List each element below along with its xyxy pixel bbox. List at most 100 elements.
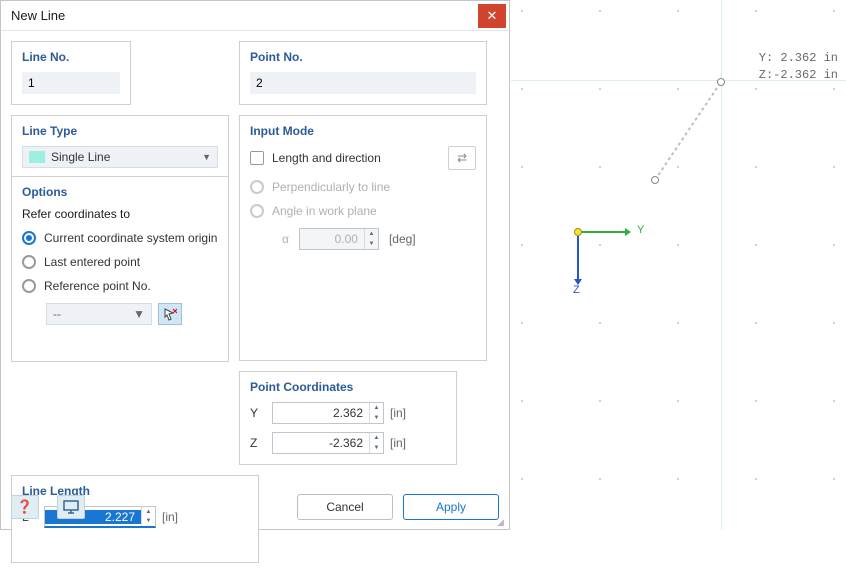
grid-dot xyxy=(833,166,835,168)
chevron-down-icon: ▼ xyxy=(202,152,211,162)
pick-point-button[interactable] xyxy=(158,303,182,325)
angle-plane-radio[interactable] xyxy=(250,204,264,218)
ref-point-value: -- xyxy=(53,307,61,321)
line-type-combo[interactable]: Single Line ▼ xyxy=(22,146,218,168)
line-no-input[interactable] xyxy=(22,72,120,94)
grid-dot xyxy=(755,478,757,480)
alpha-spinner[interactable]: 0.00 ▲▼ xyxy=(299,228,379,250)
z-stepper[interactable]: ▲▼ xyxy=(369,433,383,453)
grid-dot xyxy=(521,10,523,12)
grid-dot xyxy=(755,88,757,90)
chevron-down-icon: ▼ xyxy=(133,307,145,321)
readout-z: Z:-2.362 in xyxy=(759,67,838,84)
grid-dot xyxy=(599,88,601,90)
origin-radio[interactable] xyxy=(22,231,36,245)
y-label: Y xyxy=(250,406,266,420)
angle-plane-label: Angle in work plane xyxy=(272,204,377,218)
grid-dot xyxy=(677,166,679,168)
axis-z-arrow xyxy=(577,236,579,280)
dialog-footer: ❓ Cancel Apply xyxy=(1,485,509,529)
grid-dot xyxy=(833,400,835,402)
grid-dot xyxy=(755,322,757,324)
options-panel: Options Refer coordinates to Current coo… xyxy=(11,176,229,362)
grid-dot xyxy=(833,10,835,12)
line-swatch-icon xyxy=(29,151,45,163)
axis-y-label: Y xyxy=(637,224,644,236)
dialog: New Line ✕ Line No. Point No. Line Type … xyxy=(0,0,510,530)
grid-dot xyxy=(833,322,835,324)
z-spinner[interactable]: -2.362 ▲▼ xyxy=(272,432,384,454)
z-label: Z xyxy=(250,436,266,450)
dialog-title: New Line xyxy=(11,8,65,23)
origin-label: Current coordinate system origin xyxy=(44,231,217,245)
grid-dot xyxy=(599,400,601,402)
spacer-panel xyxy=(141,41,229,105)
monitor-icon xyxy=(63,500,79,514)
line-no-label: Line No. xyxy=(22,50,120,64)
grid-dot xyxy=(521,400,523,402)
grid-dot xyxy=(677,322,679,324)
length-dir-checkbox[interactable] xyxy=(250,151,264,165)
cancel-button[interactable]: Cancel xyxy=(297,494,393,520)
grid-dot xyxy=(599,10,601,12)
drawn-line xyxy=(651,78,757,184)
ref-point-radio[interactable] xyxy=(22,279,36,293)
axis-z-label: Z xyxy=(573,284,580,296)
z-value: -2.362 xyxy=(273,436,369,450)
grid-dot xyxy=(521,166,523,168)
z-unit: [in] xyxy=(390,436,406,450)
grid-dot xyxy=(521,478,523,480)
line-type-value: Single Line xyxy=(51,150,110,164)
refer-label: Refer coordinates to xyxy=(22,207,218,221)
grid-dot xyxy=(599,166,601,168)
grid-dot xyxy=(599,478,601,480)
titlebar: New Line ✕ xyxy=(1,1,509,31)
cursor-icon xyxy=(163,307,177,321)
close-button[interactable]: ✕ xyxy=(478,4,506,28)
y-stepper[interactable]: ▲▼ xyxy=(369,403,383,423)
help-icon: ❓ xyxy=(17,499,33,515)
apply-button[interactable]: Apply xyxy=(403,494,499,520)
perpendicular-radio[interactable] xyxy=(250,180,264,194)
ref-point-combo[interactable]: -- ▼ xyxy=(46,303,152,325)
alpha-label: α xyxy=(282,232,289,246)
resize-grip[interactable]: ◢ xyxy=(497,517,507,527)
last-point-radio[interactable] xyxy=(22,255,36,269)
line-type-label: Line Type xyxy=(22,124,218,138)
grid-dot xyxy=(833,88,835,90)
coords-panel: Point Coordinates Y 2.362 ▲▼ [in] Z -2.3… xyxy=(239,371,457,465)
grid-dot xyxy=(677,244,679,246)
grid-dot xyxy=(755,244,757,246)
line-end-point xyxy=(717,78,725,86)
alpha-stepper[interactable]: ▲▼ xyxy=(364,229,378,249)
display-button[interactable] xyxy=(57,495,85,519)
viewport[interactable]: Y Z Y: 2.362 in Z:-2.362 in xyxy=(511,0,846,530)
coords-label: Point Coordinates xyxy=(250,380,446,394)
input-mode-label: Input Mode xyxy=(250,124,476,138)
coordinate-readout: Y: 2.362 in Z:-2.362 in xyxy=(759,50,838,84)
grid-dot xyxy=(755,400,757,402)
y-spinner[interactable]: 2.362 ▲▼ xyxy=(272,402,384,424)
cancel-label: Cancel xyxy=(326,500,363,514)
y-value: 2.362 xyxy=(273,406,369,420)
point-no-input[interactable] xyxy=(250,72,476,94)
swap-direction-button[interactable]: ⇄ xyxy=(448,146,476,170)
alpha-value: 0.00 xyxy=(300,232,364,246)
help-button[interactable]: ❓ xyxy=(11,495,39,519)
point-no-label: Point No. xyxy=(250,50,476,64)
readout-y: Y: 2.362 in xyxy=(759,50,838,67)
y-unit: [in] xyxy=(390,406,406,420)
options-label: Options xyxy=(22,185,218,199)
grid-dot xyxy=(833,244,835,246)
grid-dot xyxy=(599,322,601,324)
apply-label: Apply xyxy=(436,500,466,514)
point-no-panel: Point No. xyxy=(239,41,487,105)
last-point-label: Last entered point xyxy=(44,255,140,269)
grid-dot xyxy=(755,10,757,12)
length-dir-label: Length and direction xyxy=(272,151,381,165)
line-no-panel: Line No. xyxy=(11,41,131,105)
axis-y-arrow xyxy=(582,231,626,233)
grid-dot xyxy=(677,88,679,90)
grid-dot xyxy=(755,166,757,168)
grid-dot xyxy=(599,244,601,246)
